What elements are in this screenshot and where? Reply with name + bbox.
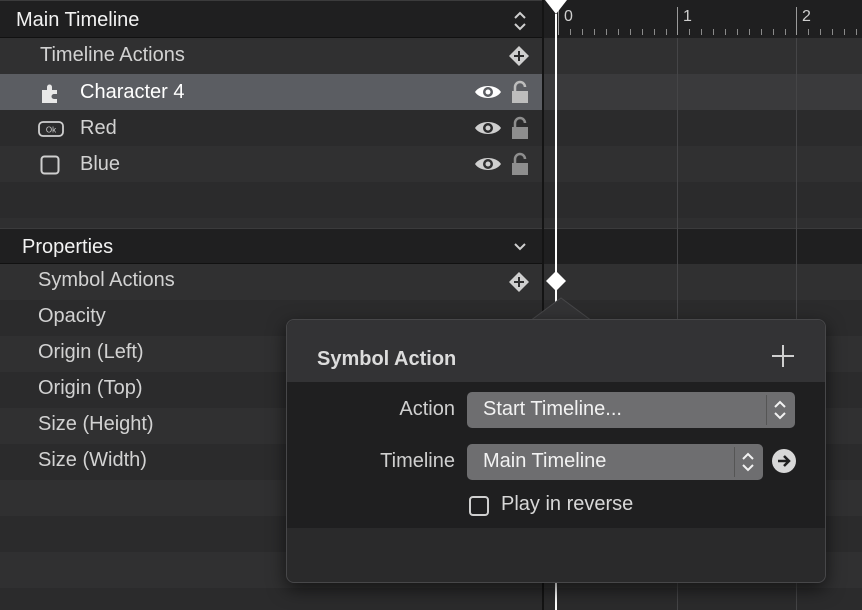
rectangle-icon bbox=[40, 155, 60, 175]
spacer bbox=[0, 218, 542, 228]
property-row-symbol-actions: Symbol Actions bbox=[0, 264, 542, 300]
action-select[interactable]: Start Timeline... bbox=[467, 392, 795, 428]
lock-icon[interactable] bbox=[510, 116, 530, 140]
up-down-chevron-icon bbox=[766, 395, 793, 425]
symbol-action-popover: Symbol Action Action Start Timeline... T… bbox=[286, 319, 826, 583]
properties-title: Properties bbox=[22, 236, 114, 258]
layer-name: Blue bbox=[80, 153, 121, 175]
lock-icon[interactable] bbox=[510, 152, 530, 176]
svg-text:Ok: Ok bbox=[46, 126, 57, 135]
layer-row-red[interactable]: Ok Red bbox=[0, 110, 542, 146]
track-row bbox=[544, 182, 862, 218]
layer-name: Red bbox=[80, 117, 117, 139]
layer-row-blue[interactable]: Blue bbox=[0, 146, 542, 182]
ruler-mark: 1 bbox=[683, 8, 692, 25]
popover-footer bbox=[287, 528, 825, 582]
popover-title: Symbol Action bbox=[317, 348, 457, 370]
track-row bbox=[544, 264, 862, 300]
layer-row-character-4[interactable]: Character 4 bbox=[0, 74, 542, 110]
track-header bbox=[544, 228, 862, 264]
lock-icon[interactable] bbox=[510, 80, 530, 104]
go-to-timeline-arrow-icon[interactable] bbox=[771, 448, 797, 474]
play-in-reverse-checkbox[interactable] bbox=[469, 496, 489, 516]
add-action-icon[interactable] bbox=[508, 45, 530, 67]
property-label: Origin (Left) bbox=[38, 341, 144, 363]
popover-arrow bbox=[528, 296, 594, 322]
add-icon[interactable] bbox=[769, 342, 797, 370]
empty-row bbox=[0, 182, 542, 218]
chevron-down-icon[interactable] bbox=[510, 237, 530, 257]
action-select-value: Start Timeline... bbox=[483, 398, 622, 420]
track-row bbox=[544, 38, 862, 74]
property-label: Origin (Top) bbox=[38, 377, 143, 399]
eye-icon[interactable] bbox=[474, 82, 502, 102]
popover-header: Symbol Action bbox=[287, 320, 825, 382]
timeline-actions-label: Timeline Actions bbox=[40, 44, 185, 66]
up-down-chevron-icon bbox=[734, 447, 761, 477]
timeline-label: Timeline bbox=[380, 450, 455, 472]
time-ruler[interactable]: 0 1 2 bbox=[544, 0, 862, 39]
timeline-select[interactable]: Main Timeline bbox=[467, 444, 763, 480]
property-label: Size (Width) bbox=[38, 449, 147, 471]
main-timeline-header: Main Timeline bbox=[0, 0, 542, 38]
add-action-icon[interactable] bbox=[508, 271, 530, 293]
keyframe-diamond-icon[interactable] bbox=[545, 270, 567, 292]
eye-icon[interactable] bbox=[474, 154, 502, 174]
button-ok-icon: Ok bbox=[38, 121, 64, 137]
property-label: Size (Height) bbox=[38, 413, 154, 435]
track-row-selected bbox=[544, 74, 862, 110]
ruler-mark: 2 bbox=[802, 8, 811, 25]
track-row bbox=[544, 588, 862, 610]
playhead-handle-icon[interactable] bbox=[544, 0, 570, 16]
track-spacer bbox=[544, 218, 862, 228]
property-label: Opacity bbox=[38, 305, 106, 327]
up-down-chevron-icon[interactable] bbox=[508, 9, 532, 33]
puzzle-icon bbox=[40, 82, 62, 104]
track-row bbox=[544, 146, 862, 182]
main-timeline-title: Main Timeline bbox=[16, 9, 140, 31]
track-row bbox=[544, 110, 862, 146]
properties-header: Properties bbox=[0, 228, 542, 264]
layer-name: Character 4 bbox=[80, 81, 185, 103]
popover-body: Action Start Timeline... Timeline Main T… bbox=[287, 382, 825, 528]
timeline-select-value: Main Timeline bbox=[483, 450, 607, 472]
empty-row bbox=[0, 588, 542, 610]
timeline-actions-row: Timeline Actions bbox=[0, 38, 542, 74]
eye-icon[interactable] bbox=[474, 118, 502, 138]
play-in-reverse-label: Play in reverse bbox=[501, 493, 634, 515]
property-label: Symbol Actions bbox=[38, 269, 175, 291]
action-label: Action bbox=[399, 398, 455, 420]
